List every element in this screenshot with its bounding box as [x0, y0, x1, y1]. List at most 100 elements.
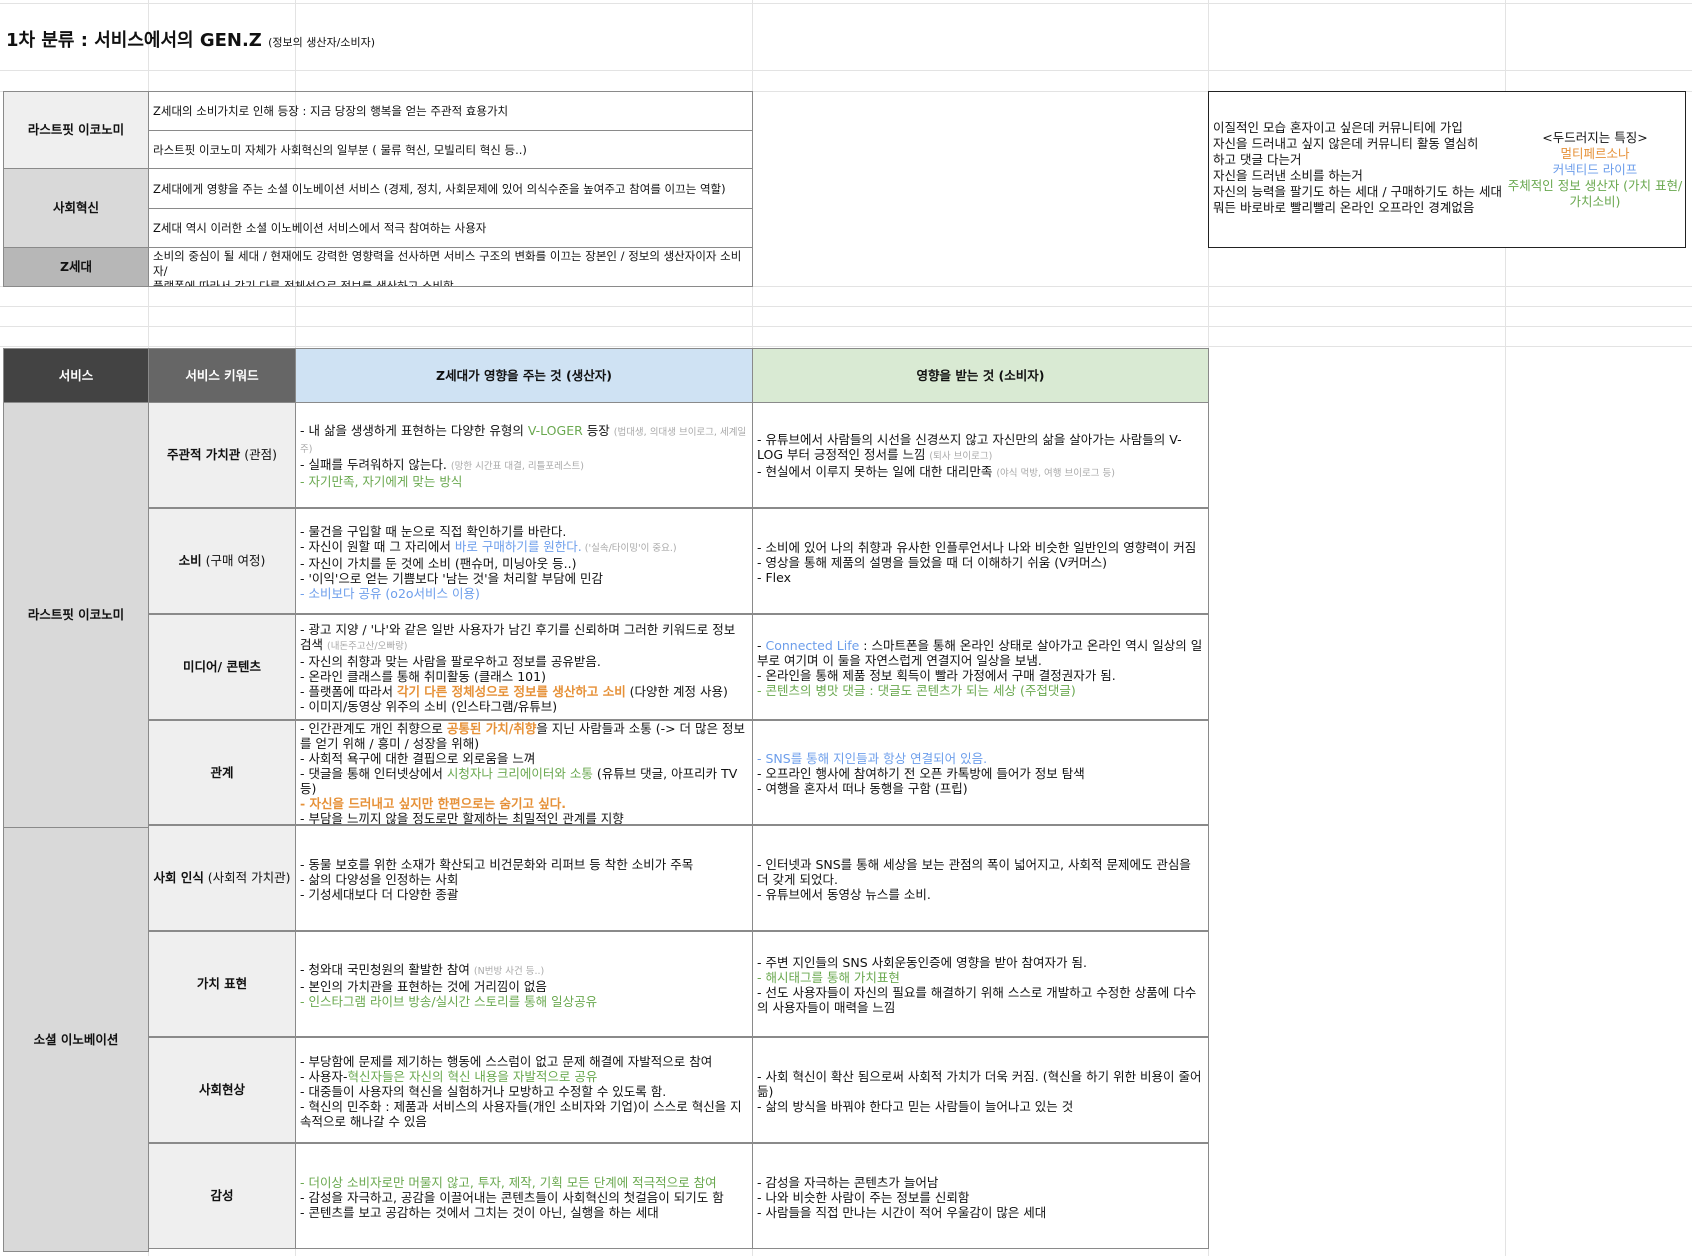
- bullet-line: - 청와대 국민청원의 활발한 참여 (N번방 사건 등..): [300, 962, 748, 979]
- text-run: - 영상을 통해 제품의 설명을 들었을 때 더 이해하기 쉬움 (V커머스): [757, 554, 1108, 570]
- text-run: - 유튜브에서 동영상 뉴스를 소비.: [757, 886, 931, 902]
- producer-cell: - 청와대 국민청원의 활발한 참여 (N번방 사건 등..) - 본인의 가치관…: [295, 931, 753, 1037]
- bullet-line: - Connected Life : 스마트폰을 통해 온라인 상태로 살아가고…: [757, 638, 1204, 668]
- bullet-line: - 삶의 방식을 바꿔야 한다고 믿는 사람들이 늘어나고 있는 것: [757, 1099, 1204, 1114]
- keyword-main: 소비: [178, 553, 202, 568]
- text-run: - 선도 사용자들이 자신의 필요를 해결하기 위해 스스로 개발하고 수정한 …: [757, 985, 1197, 1015]
- text-run: - 자신이 가치를 둔 것에 소비 (팬슈머, 미닝아웃 등..): [300, 555, 577, 571]
- header-service: 서비스: [3, 348, 149, 403]
- text-run: - 소비보다 공유 (o2o서비스 이용): [300, 585, 480, 601]
- text-run: - Flex: [757, 569, 792, 585]
- consumer-cell: - 주변 지인들의 SNS 사회운동인증에 영향을 받아 참여자가 됨. - 해시…: [752, 931, 1209, 1037]
- text-run: - 플랫폼에 따라서: [300, 684, 397, 699]
- text-run: - 사용자-: [300, 1068, 348, 1084]
- consumer-cell: - SNS를 통해 지인들과 항상 연결되어 있음. - 오프라인 행사에 참여하…: [752, 720, 1209, 825]
- text-run: - 소비에 있어 나의 취향과 유사한 인플루언서나 나와 비슷한 일반인의 영…: [757, 539, 1197, 555]
- keyword-main: 감성: [210, 1188, 234, 1203]
- text-run: - 자신이 원할 때 그 자리에서: [300, 538, 455, 554]
- keyword-cell: 미디어/ 콘텐츠: [148, 614, 296, 720]
- bullet-line: - 자기만족, 자기에게 맞는 방식: [300, 474, 748, 489]
- producer-cell: - 부당함에 문제를 제기하는 행동에 스스럼이 없고 문제 해결에 자발적으로…: [295, 1037, 753, 1143]
- text-run: - 자신의 취향과 맞는 사람을 팔로우하고 정보를 공유받음.: [300, 654, 601, 669]
- keyword-sub: (구매 여정): [201, 553, 266, 568]
- text-run: - 감성을 자극하고, 공감을 이끌어내는 콘텐츠들이 사회혁신의 첫걸음이 되…: [300, 1189, 724, 1205]
- bullet-line: - 자신을 드러내고 싶지만 한편으로는 숨기고 싶다.: [300, 796, 748, 811]
- keyword-sub: (사회적 가치관): [203, 870, 291, 885]
- text-run: - 인스타그램 라이브 방송/실시간 스토리를 통해 일상공유: [300, 993, 598, 1009]
- side-note-box: 이질적인 모습 혼자이고 싶은데 커뮤니티에 가입 자신을 드러내고 싶지 않은…: [1208, 91, 1686, 248]
- text-run: - 해시태그를 통해 가치표현: [757, 970, 900, 985]
- text-run: 등장: [582, 423, 614, 438]
- consumer-cell: - 사회 혁신이 확산 됨으로써 사회적 가치가 더욱 커짐. (혁신을 하기 …: [752, 1037, 1209, 1143]
- bullet-line: - 온라인을 통해 제품 정보 획득이 빨라 가정에서 구매 결정권자가 됨.: [757, 668, 1204, 683]
- text-run: - 삶의 방식을 바꿔야 한다고 믿는 사람들이 늘어나고 있는 것: [757, 1098, 1074, 1114]
- text-run: - 이미지/동영상 위주의 소비 (인스타그램/유튜브): [300, 699, 558, 714]
- producer-cell: - 광고 지양 / '나'와 같은 일반 사용자가 남긴 후기를 신뢰하며 그러…: [295, 614, 753, 720]
- def-label-lastfit: 라스트핏 이코노미: [3, 91, 149, 169]
- bullet-line: - 실패를 두려워하지 않는다. (망한 시간표 대결, 리틀포레스트): [300, 457, 748, 474]
- bullet-line: - 인터넷과 SNS를 통해 세상을 보는 관점의 폭이 넓어지고, 사회적 문…: [757, 857, 1204, 887]
- bullet-line: - 현실에서 이루지 못하는 일에 대한 대리만족 (야식 먹방, 여행 브이로…: [757, 464, 1204, 481]
- keyword-cell: 관계: [148, 720, 296, 825]
- producer-cell: - 물건을 구입할 때 눈으로 직접 확인하기를 바란다. - 자신이 원할 때 …: [295, 508, 753, 614]
- text-run: V-LOGER: [527, 423, 583, 438]
- text-run: - 온라인 클래스를 통해 취미활동 (클래스 101): [300, 669, 546, 684]
- text-run: - 현실에서 이루지 못하는 일에 대한 대리만족: [757, 463, 997, 479]
- consumer-cell: - 인터넷과 SNS를 통해 세상을 보는 관점의 폭이 넓어지고, 사회적 문…: [752, 825, 1209, 931]
- text-run: - 사회 혁신이 확산 됨으로써 사회적 가치가 더욱 커짐. (혁신을 하기 …: [757, 1068, 1202, 1099]
- text-run: - 자신을 드러내고 싶지만 한편으로는 숨기고 싶다.: [300, 796, 567, 811]
- def-social-1: Z세대에게 영향을 주는 소셜 이노베이션 서비스 (경제, 정치, 사회문제에…: [148, 168, 753, 209]
- bullet-line: - 기성세대보다 더 다양한 종괄: [300, 887, 748, 902]
- bullet-line: - Flex: [757, 570, 1204, 585]
- text-run: - 부담을 느끼지 않을 정도로만 할제하는 최밀적인 관계를 지향: [300, 811, 624, 825]
- producer-cell: - 인간관계도 개인 취향으로 공통된 가치/취향을 지닌 사람들과 소통 (-…: [295, 720, 753, 825]
- bullet-line: - 댓글을 통해 인터넷상에서 시청자나 크리에이터와 소통 (유튜브 댓글, …: [300, 766, 748, 796]
- page-title: 1차 분류 : 서비스에서의 GEN.Z (정보의 생산자/소비자): [6, 30, 376, 51]
- group-social-innovation: 소셜 이노베이션: [3, 827, 149, 1252]
- text-run: Connected Life: [765, 638, 860, 653]
- def-label-social: 사회혁신: [3, 168, 149, 248]
- keyword-cell: 사회 인식 (사회적 가치관): [148, 825, 296, 931]
- text-run: - 혁신의 민주화 : 제품과 서비스의 사용자들(개인 소비자와 기업)이 스…: [300, 1098, 742, 1129]
- bullet-line: - SNS를 통해 지인들과 항상 연결되어 있음.: [757, 751, 1204, 766]
- bullet-line: - 더이상 소비자로만 머물지 않고, 투자, 제작, 기획 모든 단계에 적극…: [300, 1175, 748, 1190]
- bullet-line: - 콘텐츠를 보고 공감하는 것에서 그치는 것이 아닌, 실행을 하는 세대: [300, 1205, 748, 1220]
- producer-cell: - 내 삶을 생생하게 표현하는 다양한 유형의 V-LOGER 등장 (법대생…: [295, 402, 753, 508]
- bullet-line: - 내 삶을 생생하게 표현하는 다양한 유형의 V-LOGER 등장 (법대생…: [300, 423, 748, 457]
- text-run: - 댓글을 통해 인터넷상에서: [300, 766, 447, 781]
- text-run: ('실속/타이밍'이 중요.): [581, 542, 677, 554]
- bullet-line: - 자신의 취향과 맞는 사람을 팔로우하고 정보를 공유받음.: [300, 654, 748, 669]
- bullet-line: - 사회적 욕구에 대한 결핍으로 외로움을 느껴: [300, 751, 748, 766]
- text-run: - 삶의 다양성을 인정하는 사회: [300, 871, 459, 887]
- text-run: (망한 시간표 대결, 리틀포레스트): [450, 461, 585, 472]
- text-run: - 청와대 국민청원의 활발한 참여: [300, 961, 474, 977]
- text-run: - 주변 지인들의 SNS 사회운동인증에 영향을 받아 참여자가 됨.: [757, 955, 1087, 970]
- bullet-line: - 인간관계도 개인 취향으로 공통된 가치/취향을 지닌 사람들과 소통 (-…: [300, 721, 748, 751]
- bullet-line: - 온라인 클래스를 통해 취미활동 (클래스 101): [300, 669, 748, 684]
- text-run: - 인간관계도 개인 취향으로: [300, 721, 447, 736]
- keyword-cell: 소비 (구매 여정): [148, 508, 296, 614]
- keyword-main: 주관적 가치관: [166, 447, 241, 462]
- keyword-main: 사회 인식: [153, 870, 204, 885]
- def-genz: 소비의 중심이 될 세대 / 현재에도 강력한 영향력을 선사하면 서비스 구조…: [148, 247, 753, 287]
- bullet-line: - 인스타그램 라이브 방송/실시간 스토리를 통해 일상공유: [300, 994, 748, 1009]
- text-run: - 온라인을 통해 제품 정보 획득이 빨라 가정에서 구매 결정권자가 됨.: [757, 668, 1116, 683]
- text-run: (야식 먹방, 여행 브이로그 등): [996, 467, 1115, 479]
- text-run: (N번방 사건 등..): [473, 965, 545, 977]
- text-run: - '이익'으로 얻는 기쁨보다 '남는 것'을 처리할 부담에 민감: [300, 570, 604, 586]
- bullet-line: - 동물 보호를 위한 소재가 확산되고 비건문화와 리퍼브 등 착한 소비가 …: [300, 857, 748, 872]
- def-social-2: Z세대 역시 이러한 소셜 이노베이션 서비스에서 적극 참여하는 사용자: [148, 208, 753, 248]
- keyword-cell: 사회현상: [148, 1037, 296, 1143]
- text-run: - 자기만족, 자기에게 맞는 방식: [300, 474, 463, 489]
- producer-cell: - 더이상 소비자로만 머물지 않고, 투자, 제작, 기획 모든 단계에 적극…: [295, 1143, 753, 1249]
- bullet-line: - 플랫폼에 따라서 각기 다른 정체성으로 정보를 생산하고 소비 (다양한 …: [300, 684, 748, 699]
- bullet-line: - 유튜브에서 동영상 뉴스를 소비.: [757, 887, 1204, 902]
- text-run: - 물건을 구입할 때 눈으로 직접 확인하기를 바란다.: [300, 523, 567, 539]
- text-run: - 내 삶을 생생하게 표현하는 다양한 유형의: [300, 423, 528, 438]
- text-run: - 더이상 소비자로만 머물지 않고, 투자, 제작, 기획 모든 단계에 적극…: [300, 1174, 717, 1190]
- text-run: - 콘텐츠의 병맛 댓글 : 댓글도 콘텐츠가 되는 세상 (주접댓글): [757, 683, 1076, 698]
- def-lastfit-2: 라스트핏 이코노미 자체가 사회혁신의 일부분 ( 물류 혁신, 모빌리티 혁신…: [148, 130, 753, 169]
- bullet-line: - 소비보다 공유 (o2o서비스 이용): [300, 586, 748, 601]
- text-run: 각기 다른 정체성으로 정보를 생산하고 소비: [396, 684, 626, 699]
- keyword-main: 가치 표현: [196, 976, 248, 991]
